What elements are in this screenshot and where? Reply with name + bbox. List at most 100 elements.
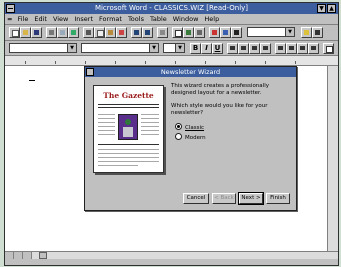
preview-text-line	[98, 134, 115, 135]
ruler-tick	[205, 61, 206, 64]
style-option-classic[interactable]: Classic	[175, 123, 204, 132]
cut-icon[interactable]	[83, 27, 94, 38]
paste-icon[interactable]	[105, 27, 116, 38]
vertical-scrollbar[interactable]	[327, 66, 338, 251]
ruler-tick	[145, 61, 146, 64]
font-dropdown-arrow-icon[interactable]: ▼	[149, 44, 158, 52]
menu-tools[interactable]: Tools	[125, 14, 147, 24]
status-bar	[5, 259, 338, 265]
style-dropdown-arrow-icon[interactable]: ▼	[67, 44, 76, 52]
dialog-system-menu-button[interactable]	[86, 68, 94, 76]
newsletter-preview: The Gazette	[93, 85, 164, 173]
end-of-document-marker	[29, 80, 35, 81]
align-center-icon[interactable]	[238, 43, 249, 54]
standard-toolbar: ▼	[5, 25, 338, 41]
ruler-tick	[55, 61, 56, 64]
copy-icon[interactable]	[94, 27, 105, 38]
menu-edit[interactable]: Edit	[31, 14, 50, 24]
maximize-button[interactable]: ▲	[327, 4, 336, 13]
redo-icon[interactable]	[142, 27, 153, 38]
spelling-icon[interactable]	[68, 27, 79, 38]
font-size-combo[interactable]: ▼	[163, 43, 185, 53]
zoom-control[interactable]: ▼	[247, 27, 295, 37]
borders-icon[interactable]	[323, 43, 334, 54]
numbering-icon[interactable]	[275, 43, 286, 54]
show-paragraph-icon[interactable]	[231, 27, 242, 38]
decrease-indent-icon[interactable]	[297, 43, 308, 54]
preview-text-line	[98, 114, 115, 115]
autoformat-icon[interactable]	[157, 27, 168, 38]
horizontal-scroll-thumb[interactable]	[39, 252, 47, 259]
insert-excel-icon[interactable]	[183, 27, 194, 38]
menu-view[interactable]: View	[50, 14, 71, 24]
drawing-icon[interactable]	[209, 27, 220, 38]
back-button[interactable]: < Back	[212, 193, 236, 204]
menu-format[interactable]: Format	[96, 14, 125, 24]
format-painter-icon[interactable]	[116, 27, 127, 38]
preview-text-line	[98, 157, 159, 158]
preview-text-line	[141, 114, 159, 115]
ruler-tick	[25, 61, 26, 64]
preview-text-line	[98, 118, 115, 119]
align-left-icon[interactable]	[227, 43, 238, 54]
align-right-icon[interactable]	[249, 43, 260, 54]
preview-rule	[98, 144, 159, 145]
bullets-icon[interactable]	[286, 43, 297, 54]
preview-newsletter-title: The Gazette	[103, 91, 154, 100]
style-combo[interactable]: ▼	[9, 43, 77, 53]
dialog-title: Newsletter Wizard	[85, 67, 296, 77]
next-button[interactable]: Next >	[238, 192, 264, 205]
font-combo[interactable]: ▼	[81, 43, 159, 53]
horizontal-scrollbar[interactable]	[5, 251, 338, 259]
preview-picture	[118, 114, 138, 140]
finish-button[interactable]: Finish	[266, 193, 290, 204]
radio-selected-icon[interactable]	[175, 123, 182, 130]
undo-icon[interactable]	[131, 27, 142, 38]
outline-view-icon[interactable]	[23, 252, 32, 259]
window-title: Microsoft Word - CLASSICS.WIZ [Read-Only…	[94, 4, 249, 12]
print-icon[interactable]	[46, 27, 57, 38]
preview-rule	[98, 107, 159, 108]
style-option-classic-label: Classic	[185, 125, 205, 131]
page-layout-view-icon[interactable]	[14, 252, 23, 259]
bold-button[interactable]: B	[190, 43, 201, 54]
tip-wizard-icon[interactable]	[301, 27, 312, 38]
open-folder-icon[interactable]	[20, 27, 31, 38]
help-icon[interactable]	[312, 27, 323, 38]
menu-window[interactable]: Window	[170, 14, 202, 24]
radio-unselected-icon[interactable]	[175, 133, 182, 140]
new-document-icon[interactable]	[9, 27, 20, 38]
justify-icon[interactable]	[260, 43, 271, 54]
save-disk-icon[interactable]	[31, 27, 42, 38]
increase-indent-icon[interactable]	[308, 43, 319, 54]
font-size-dropdown-arrow-icon[interactable]: ▼	[175, 44, 184, 52]
insert-chart-icon[interactable]	[220, 27, 231, 38]
underline-button[interactable]: U	[212, 43, 223, 54]
menu-file[interactable]: File	[14, 14, 31, 24]
preview-text-line	[141, 130, 159, 131]
preview-text-line	[141, 122, 159, 123]
menu-bar: = File Edit View Insert Format Tools Table Windo…	[5, 14, 338, 25]
menu-help[interactable]: Help	[201, 14, 222, 24]
preview-text-line	[98, 149, 159, 150]
normal-view-icon[interactable]	[5, 252, 14, 259]
preview-text-line	[98, 126, 115, 127]
insert-table-icon[interactable]	[172, 27, 183, 38]
preview-text-line	[98, 130, 115, 131]
preview-text-line	[98, 122, 115, 123]
document-system-menu[interactable]: =	[5, 14, 14, 24]
italic-button[interactable]: I	[201, 43, 212, 54]
minimize-button[interactable]: ▼	[317, 4, 326, 13]
newsletter-wizard-dialog: Newsletter Wizard The Gazette This wizar…	[84, 66, 297, 211]
ruler[interactable]	[5, 56, 338, 66]
menu-insert[interactable]: Insert	[71, 14, 96, 24]
print-preview-icon[interactable]	[57, 27, 68, 38]
ruler-tick	[85, 61, 86, 64]
columns-icon[interactable]	[194, 27, 205, 38]
formatting-toolbar: ▼ ▼ ▼ B I U	[5, 41, 338, 56]
menu-table[interactable]: Table	[147, 14, 170, 24]
style-option-modern-label: Modern	[185, 135, 206, 141]
zoom-dropdown-arrow-icon[interactable]: ▼	[285, 28, 294, 36]
cancel-button[interactable]: Cancel	[183, 193, 209, 204]
style-option-modern[interactable]: Modern	[175, 133, 206, 142]
